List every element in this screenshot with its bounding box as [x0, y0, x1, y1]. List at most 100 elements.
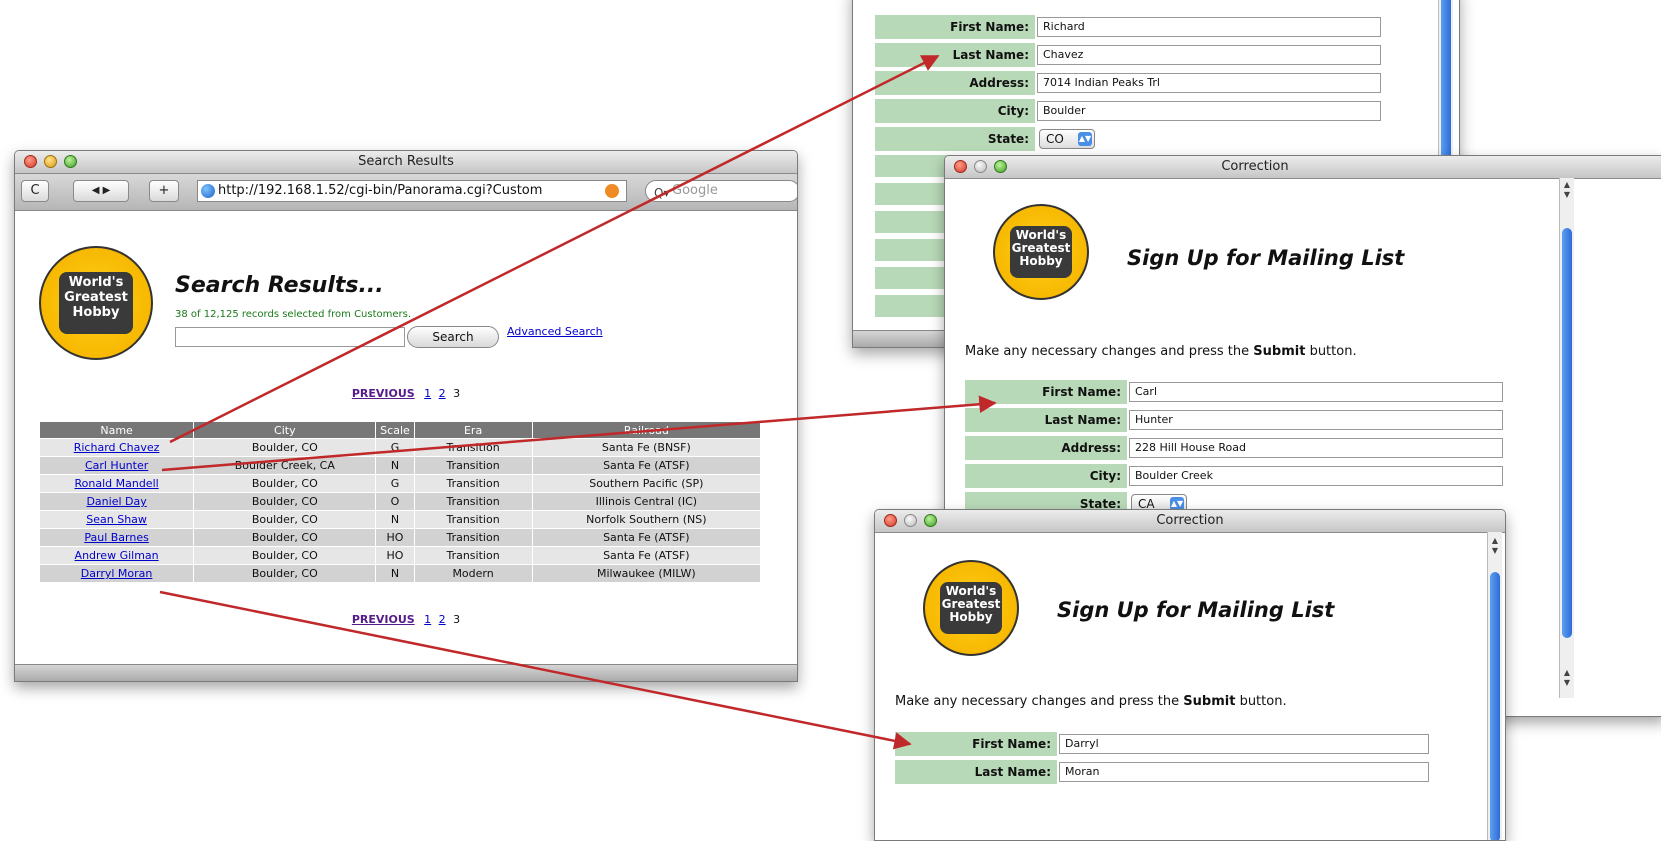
- customer-name-link[interactable]: Darryl Moran: [38, 564, 195, 583]
- pager-top: PREVIOUS 1 2 3: [15, 387, 797, 400]
- page-link[interactable]: 2: [439, 387, 446, 400]
- address-bar[interactable]: http://192.168.1.52/cgi-bin/Panorama.cgi…: [197, 180, 627, 202]
- column-header: Railroad: [531, 421, 762, 439]
- table-cell: Transition: [413, 492, 533, 511]
- instruction-bold: Submit: [1183, 694, 1236, 709]
- table-cell: Transition: [413, 474, 533, 493]
- back-forward-buttons[interactable]: ◀ ▶: [73, 180, 129, 202]
- last-name-field[interactable]: Hunter: [1129, 410, 1503, 430]
- select-arrows-icon: ▲▼: [1078, 132, 1092, 146]
- city-field[interactable]: Boulder Creek: [1129, 466, 1503, 486]
- table-row: Ronald Mandell Boulder, CO G Transition …: [38, 474, 762, 493]
- first-name-label: First Name:: [965, 380, 1127, 404]
- logo-line: World's: [68, 275, 124, 291]
- titlebar[interactable]: Correction: [875, 510, 1505, 533]
- table-cell: Santa Fe (BNSF): [531, 438, 762, 457]
- table-cell: G: [375, 474, 415, 493]
- table-cell: Illinois Central (IC): [531, 492, 762, 511]
- state-select[interactable]: CO ▲▼: [1039, 129, 1095, 149]
- table-row: Richard Chavez Boulder, CO G Transition …: [38, 438, 762, 457]
- scroll-down-arrow-icon[interactable]: ▼: [1560, 678, 1574, 687]
- results-table: Name City Scale Era Railroad Richard Cha…: [38, 421, 762, 583]
- address-label: Address:: [875, 71, 1035, 95]
- table-cell: Southern Pacific (SP): [531, 474, 762, 493]
- scroll-down-arrow-icon[interactable]: ▼: [1560, 190, 1574, 199]
- instruction-text: button.: [1309, 344, 1357, 359]
- customer-name-link[interactable]: Daniel Day: [38, 492, 195, 511]
- page-link[interactable]: 1: [424, 387, 431, 400]
- table-cell: HO: [375, 546, 415, 565]
- table-row: Paul Barnes Boulder, CO HO Transition Sa…: [38, 528, 762, 547]
- table-cell: Santa Fe (ATSF): [531, 456, 762, 475]
- address-field[interactable]: 228 Hill House Road: [1129, 438, 1503, 458]
- last-name-field[interactable]: Moran: [1059, 762, 1429, 782]
- window-title: Correction: [1156, 513, 1224, 528]
- logo-text: World's Greatest Hobby: [58, 272, 134, 334]
- table-cell: G: [375, 438, 415, 457]
- address-field[interactable]: 7014 Indian Peaks Trl: [1037, 73, 1381, 93]
- table-cell: Boulder, CO: [193, 528, 377, 547]
- table-cell: Boulder, CO: [193, 510, 377, 529]
- first-name-field[interactable]: Richard: [1037, 17, 1381, 37]
- google-search-field[interactable]: Q▾ Google: [645, 180, 797, 202]
- instruction-text: button.: [1239, 694, 1287, 709]
- previous-link[interactable]: PREVIOUS: [352, 387, 415, 400]
- table-row: Sean Shaw Boulder, CO N Transition Norfo…: [38, 510, 762, 529]
- state-label: State:: [875, 127, 1035, 151]
- address-label: Address:: [965, 436, 1127, 460]
- table-row: Daniel Day Boulder, CO O Transition Illi…: [38, 492, 762, 511]
- form-row-empty: [875, 183, 955, 205]
- table-cell: Transition: [413, 546, 533, 565]
- customer-name-link[interactable]: Richard Chavez: [38, 438, 195, 457]
- record-count: 38 of 12,125 records selected from Custo…: [175, 309, 412, 320]
- logo-text: World's Greatest Hobby: [939, 582, 1003, 634]
- table-cell: N: [375, 510, 415, 529]
- customer-name-link[interactable]: Paul Barnes: [38, 528, 195, 547]
- table-cell: N: [375, 456, 415, 475]
- search-button[interactable]: Search: [407, 326, 499, 348]
- customer-name-link[interactable]: Andrew Gilman: [38, 546, 195, 565]
- logo-line: Greatest: [64, 290, 128, 306]
- city-field[interactable]: Boulder: [1037, 101, 1381, 121]
- add-bookmark-button[interactable]: +: [149, 180, 179, 202]
- customer-name-link[interactable]: Sean Shaw: [38, 510, 195, 529]
- table-cell: Transition: [413, 528, 533, 547]
- last-name-field[interactable]: Chavez: [1037, 45, 1381, 65]
- form-row-empty: [875, 155, 955, 177]
- window-title: Search Results: [358, 154, 454, 169]
- scrollbar[interactable]: ▲ ▼: [1487, 532, 1502, 840]
- logo-line: Hobby: [1019, 254, 1063, 269]
- page-link[interactable]: 2: [439, 613, 446, 626]
- scroll-up-arrow-icon[interactable]: ▲: [1560, 180, 1574, 189]
- page-link[interactable]: 1: [424, 613, 431, 626]
- scroll-down-arrow-icon[interactable]: ▼: [1488, 546, 1502, 555]
- scroll-thumb[interactable]: [1562, 228, 1572, 638]
- titlebar[interactable]: Correction: [945, 156, 1661, 179]
- scroll-thumb[interactable]: [1490, 572, 1500, 840]
- search-input[interactable]: [175, 327, 405, 347]
- table-cell: Boulder, CO: [193, 546, 377, 565]
- city-label: City:: [965, 464, 1127, 488]
- reload-button[interactable]: C: [21, 180, 49, 202]
- customer-name-link[interactable]: Carl Hunter: [38, 456, 195, 475]
- rss-icon[interactable]: [605, 184, 619, 198]
- titlebar[interactable]: Search Results: [15, 151, 797, 174]
- scrollbar[interactable]: ▲ ▼ ▲ ▼: [1559, 178, 1574, 698]
- table-cell: Boulder, CO: [193, 492, 377, 511]
- first-name-field[interactable]: Carl: [1129, 382, 1503, 402]
- scroll-up-arrow-icon[interactable]: ▲: [1488, 536, 1502, 545]
- table-cell: Boulder, CO: [193, 438, 377, 457]
- first-name-field[interactable]: Darryl: [1059, 734, 1429, 754]
- logo-line: Hobby: [72, 305, 120, 321]
- table-cell: Boulder Creek, CA: [193, 456, 377, 475]
- worlds-greatest-hobby-logo: World's Greatest Hobby: [993, 204, 1089, 300]
- previous-link[interactable]: PREVIOUS: [352, 613, 415, 626]
- customer-name-link[interactable]: Ronald Mandell: [38, 474, 195, 493]
- scroll-up-arrow-icon[interactable]: ▲: [1560, 668, 1574, 677]
- current-page: 3: [453, 613, 461, 626]
- advanced-search-link[interactable]: Advanced Search: [507, 325, 603, 338]
- table-cell: N: [375, 564, 415, 583]
- last-name-label: Last Name:: [895, 760, 1057, 784]
- form-row-empty: [875, 295, 955, 317]
- form-row-empty: [875, 267, 955, 289]
